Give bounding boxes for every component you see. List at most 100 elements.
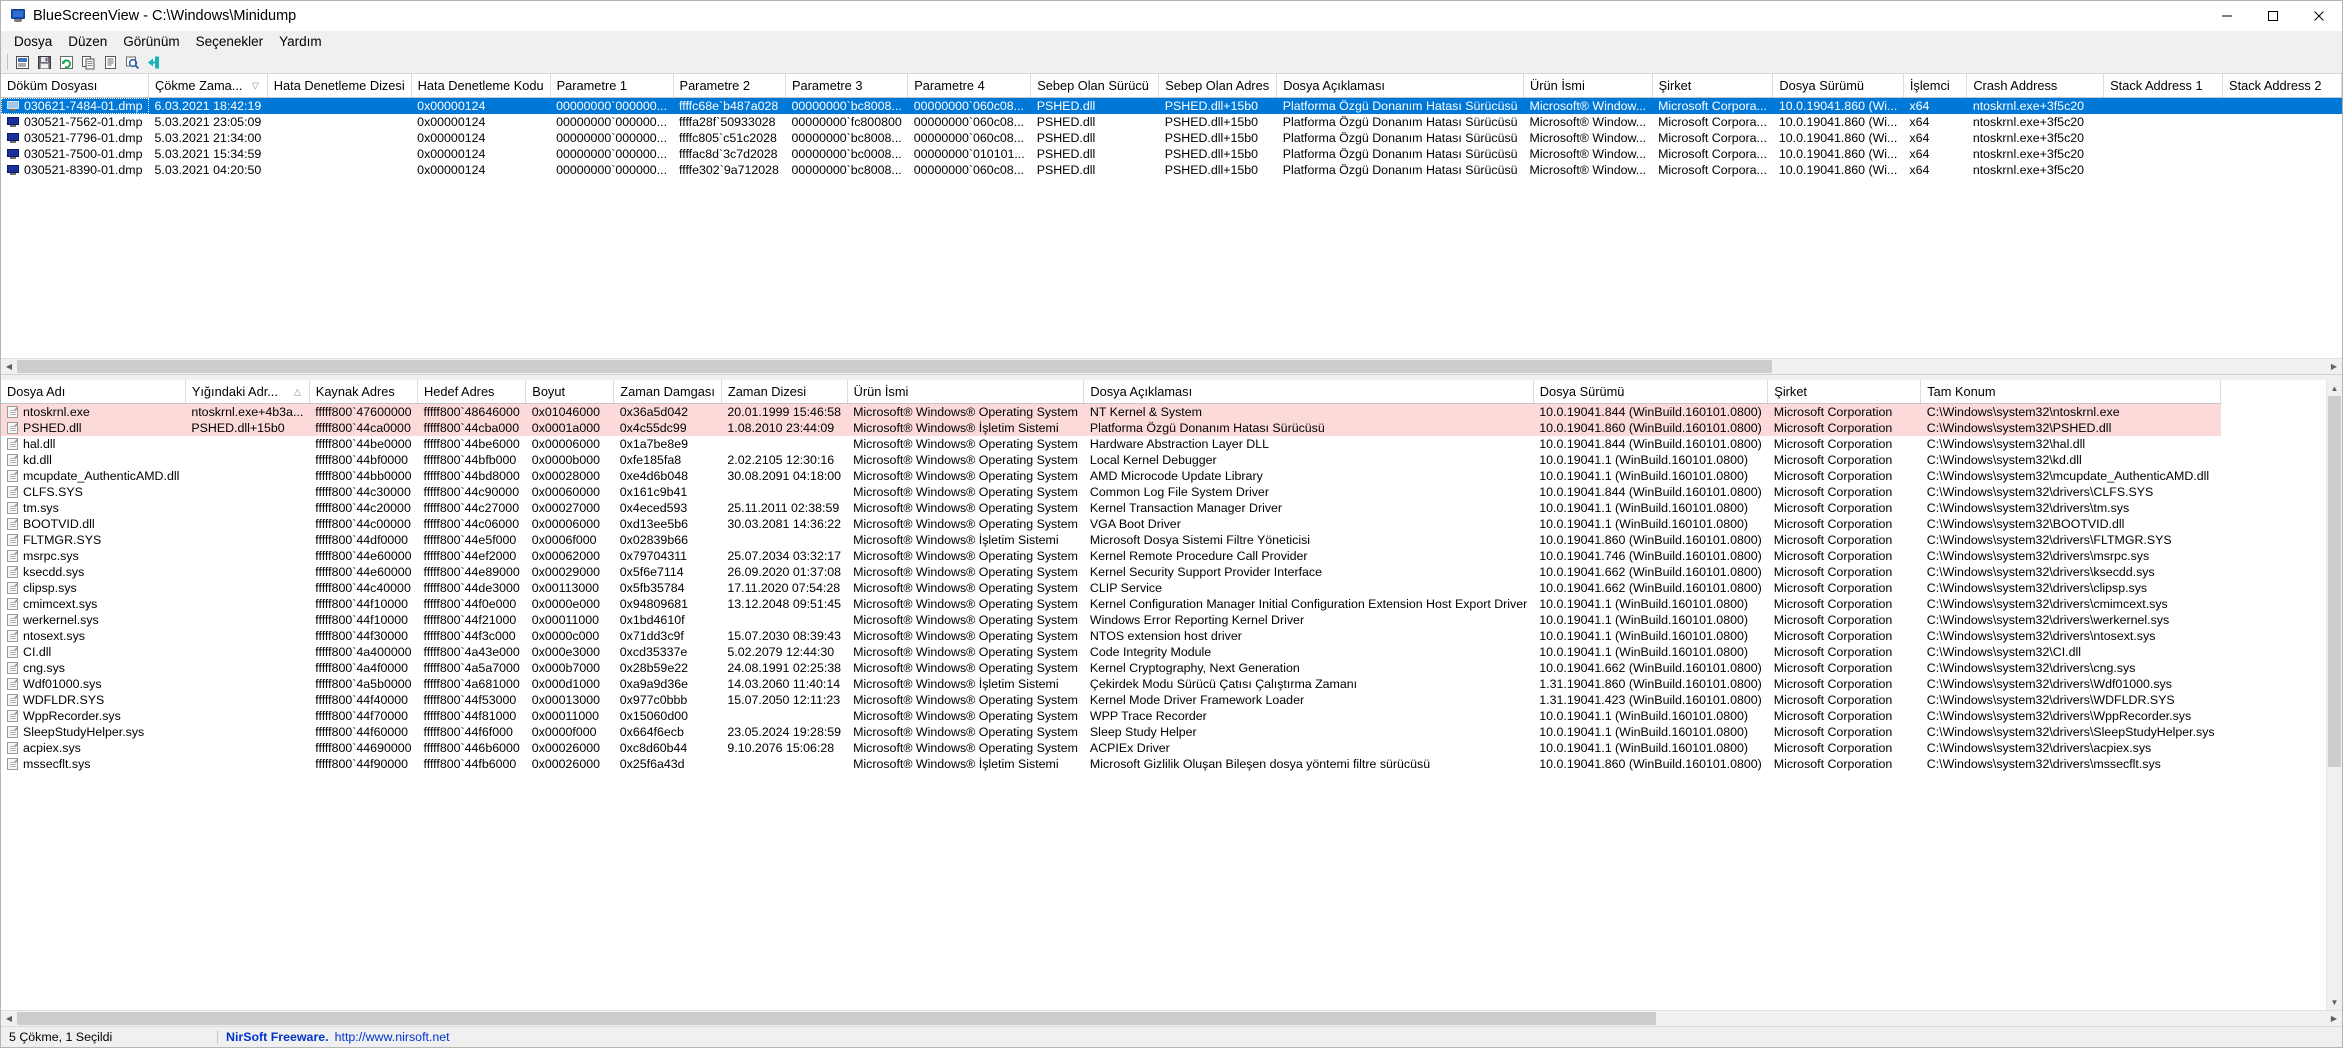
crash-row[interactable]: 030521-7796-01.dmp 5.03.2021 21:34:00 0x00… <box>1 130 2342 146</box>
crash-column-header-17[interactable]: Stack Address 2 <box>2222 74 2342 98</box>
minimize-button[interactable] <box>2204 1 2250 31</box>
driver-row[interactable]: werkernel.sys fffff800`44f10000 fffff800`4… <box>1 612 2221 628</box>
scroll-right-icon[interactable]: ▶ <box>2326 359 2342 374</box>
driver-column-header-11[interactable]: Tam Konum <box>1920 380 2222 404</box>
crash-column-header-1[interactable]: Çökme Zama... ▽ <box>148 74 268 98</box>
driver-row[interactable]: acpiex.sys fffff800`44690000 fffff800`446b… <box>1 740 2221 756</box>
driver-cell: Kernel Cryptography, Next Generation <box>1089 661 1300 675</box>
crash-row[interactable]: 030521-8390-01.dmp 5.03.2021 04:20:50 0x00… <box>1 162 2342 178</box>
crash-column-header-9[interactable]: Sebep Olan Adres <box>1158 74 1278 98</box>
crash-list-viewport[interactable]: Döküm Dosyası Çökme Zama... ▽ Hata Denetlem… <box>1 74 2342 358</box>
crash-hscroll-thumb[interactable] <box>17 360 1772 373</box>
scroll-up-icon[interactable]: ▲ <box>2327 380 2342 396</box>
crash-column-header-13[interactable]: Dosya Sürümü <box>1772 74 1904 98</box>
driver-column-header-1[interactable]: Yığındaki Adr... △ <box>185 380 310 404</box>
driver-row[interactable]: mcupdate_AuthenticAMD.dll fffff800`44bb00… <box>1 468 2221 484</box>
driver-row[interactable]: ntoskrnl.exe ntoskrnl.exe+4b3a... fffff800… <box>1 403 2221 420</box>
driver-column-header-9[interactable]: Dosya Sürümü <box>1533 380 1769 404</box>
crash-column-header-6[interactable]: Parametre 3 <box>785 74 909 98</box>
driver-list-hscrollbar[interactable]: ◀ ▶ <box>1 1010 2342 1026</box>
find-icon[interactable] <box>121 52 143 72</box>
refresh-icon[interactable] <box>55 52 77 72</box>
driver-row[interactable]: mssecflt.sys fffff800`44f90000 fffff800`44… <box>1 756 2221 772</box>
menu-item-yardim[interactable]: Yardım <box>271 32 330 51</box>
driver-row[interactable]: ntosext.sys fffff800`44f30000 fffff800`44f… <box>1 628 2221 644</box>
driver-column-header-0[interactable]: Dosya Adı <box>1 380 186 404</box>
crash-column-header-11[interactable]: Ürün İsmi <box>1523 74 1653 98</box>
driver-list-vscrollbar[interactable]: ▲ ▼ <box>2326 380 2342 1010</box>
driver-row[interactable]: kd.dll fffff800`44bf0000 fffff800`44bfb000… <box>1 452 2221 468</box>
save-icon[interactable] <box>33 52 55 72</box>
driver-row[interactable]: FLTMGR.SYS fffff800`44df0000 fffff800`44e5… <box>1 532 2221 548</box>
crash-cell: 5.03.2021 21:34:00 <box>154 131 262 145</box>
crash-column-header-7[interactable]: Parametre 4 <box>907 74 1032 98</box>
driver-cell: fffff800`44bb0000 <box>315 469 412 483</box>
driver-hscroll-track[interactable] <box>17 1011 2326 1026</box>
copy-icon[interactable] <box>77 52 99 72</box>
driver-cell: Microsoft Corporation <box>1773 533 1893 547</box>
crash-row[interactable]: 030521-7500-01.dmp 5.03.2021 15:34:59 0x00… <box>1 146 2342 162</box>
driver-row[interactable]: WppRecorder.sys fffff800`44f70000 fffff800… <box>1 708 2221 724</box>
driver-row[interactable]: CLFS.SYS fffff800`44c30000 fffff800`44c900… <box>1 484 2221 500</box>
driver-row[interactable]: tm.sys fffff800`44c20000 fffff800`44c27000… <box>1 500 2221 516</box>
driver-column-header-10[interactable]: Şirket <box>1767 380 1922 404</box>
menu-item-gorunum[interactable]: Görünüm <box>115 32 187 51</box>
driver-vscroll-thumb[interactable] <box>2328 396 2341 767</box>
driver-column-header-2[interactable]: Kaynak Adres <box>309 380 419 404</box>
menu-item-dosya[interactable]: Dosya <box>6 32 60 51</box>
driver-column-header-7[interactable]: Ürün İsmi <box>847 380 1085 404</box>
driver-row[interactable]: BOOTVID.dll fffff800`44c00000 fffff800`44c… <box>1 516 2221 532</box>
crash-column-header-14[interactable]: İşlemci <box>1903 74 1968 98</box>
driver-row[interactable]: hal.dll fffff800`44be0000 fffff800`44be600… <box>1 436 2221 452</box>
driver-row[interactable]: cng.sys fffff800`4a4f0000 fffff800`4a5a700… <box>1 660 2221 676</box>
driver-cell: fffff800`4a5b0000 <box>315 677 412 691</box>
crash-row[interactable]: 030621-7484-01.dmp 6.03.2021 18:42:19 0x00… <box>1 97 2342 114</box>
crash-column-header-12[interactable]: Şirket <box>1652 74 1774 98</box>
driver-row[interactable]: cmimcext.sys fffff800`44f10000 fffff800`44… <box>1 596 2221 612</box>
driver-cell <box>185 532 309 548</box>
menu-item-duzen[interactable]: Düzen <box>60 32 115 51</box>
maximize-button[interactable] <box>2250 1 2296 31</box>
crash-row[interactable]: 030521-7562-01.dmp 5.03.2021 23:05:09 0x00… <box>1 114 2342 130</box>
driver-cell: Microsoft® Windows® Operating System <box>853 613 1078 627</box>
driver-row[interactable]: WDFLDR.SYS fffff800`44f40000 fffff800`44f5… <box>1 692 2221 708</box>
driver-column-header-6[interactable]: Zaman Dizesi <box>721 380 848 404</box>
driver-column-header-4[interactable]: Boyut <box>525 380 615 404</box>
scroll-left-icon[interactable]: ◀ <box>1 359 17 374</box>
driver-row[interactable]: CI.dll fffff800`4a400000 fffff800`4a43e000… <box>1 644 2221 660</box>
driver-list-viewport[interactable]: Dosya Adı Yığındaki Adr... △ Kaynak Adres He… <box>1 380 2326 1010</box>
driver-row[interactable]: ksecdd.sys fffff800`44e60000 fffff800`44e8… <box>1 564 2221 580</box>
scroll-right-icon-2[interactable]: ▶ <box>2326 1011 2342 1026</box>
crash-column-header-16[interactable]: Stack Address 1 <box>2103 74 2224 98</box>
report-icon[interactable] <box>99 52 121 72</box>
crash-column-header-4[interactable]: Parametre 1 <box>550 74 674 98</box>
driver-hscroll-thumb[interactable] <box>17 1012 1657 1025</box>
driver-column-header-5[interactable]: Zaman Damgası <box>613 380 722 404</box>
driver-column-header-8[interactable]: Dosya Açıklaması <box>1083 380 1534 404</box>
crash-column-header-0[interactable]: Döküm Dosyası <box>1 74 149 98</box>
driver-row[interactable]: Wdf01000.sys fffff800`4a5b0000 fffff800`4a… <box>1 676 2221 692</box>
nirsoft-url[interactable]: http://www.nirsoft.net <box>335 1030 450 1044</box>
crash-column-header-10[interactable]: Dosya Açıklaması <box>1276 74 1525 98</box>
crash-column-header-5[interactable]: Parametre 2 <box>673 74 787 98</box>
exit-icon[interactable] <box>143 52 165 72</box>
scroll-down-icon[interactable]: ▼ <box>2327 994 2342 1010</box>
crash-column-header-15[interactable]: Crash Address <box>1966 74 2105 98</box>
crash-column-header-8[interactable]: Sebep Olan Sürücü <box>1030 74 1160 98</box>
crash-list-hscrollbar[interactable]: ◀ ▶ <box>1 358 2342 374</box>
driver-cell <box>185 628 309 644</box>
crash-column-header-3[interactable]: Hata Denetleme Kodu <box>411 74 551 98</box>
scroll-left-icon-2[interactable]: ◀ <box>1 1011 17 1026</box>
crash-column-header-2[interactable]: Hata Denetleme Dizesi <box>267 74 412 98</box>
properties-icon[interactable] <box>11 52 33 72</box>
driver-row[interactable]: clipsp.sys fffff800`44c40000 fffff800`44de… <box>1 580 2221 596</box>
driver-row[interactable]: PSHED.dll PSHED.dll+15b0 fffff800`44ca0000… <box>1 420 2221 436</box>
menu-item-secenekler[interactable]: Seçenekler <box>188 32 272 51</box>
close-button[interactable] <box>2296 1 2342 31</box>
driver-file-icon <box>7 614 18 626</box>
crash-hscroll-track[interactable] <box>17 359 2326 374</box>
driver-row[interactable]: msrpc.sys fffff800`44e60000 fffff800`44ef2… <box>1 548 2221 564</box>
driver-column-header-3[interactable]: Hedef Adres <box>417 380 527 404</box>
driver-vscroll-track[interactable] <box>2327 396 2342 994</box>
driver-row[interactable]: SleepStudyHelper.sys fffff800`44f60000 fff… <box>1 724 2221 740</box>
